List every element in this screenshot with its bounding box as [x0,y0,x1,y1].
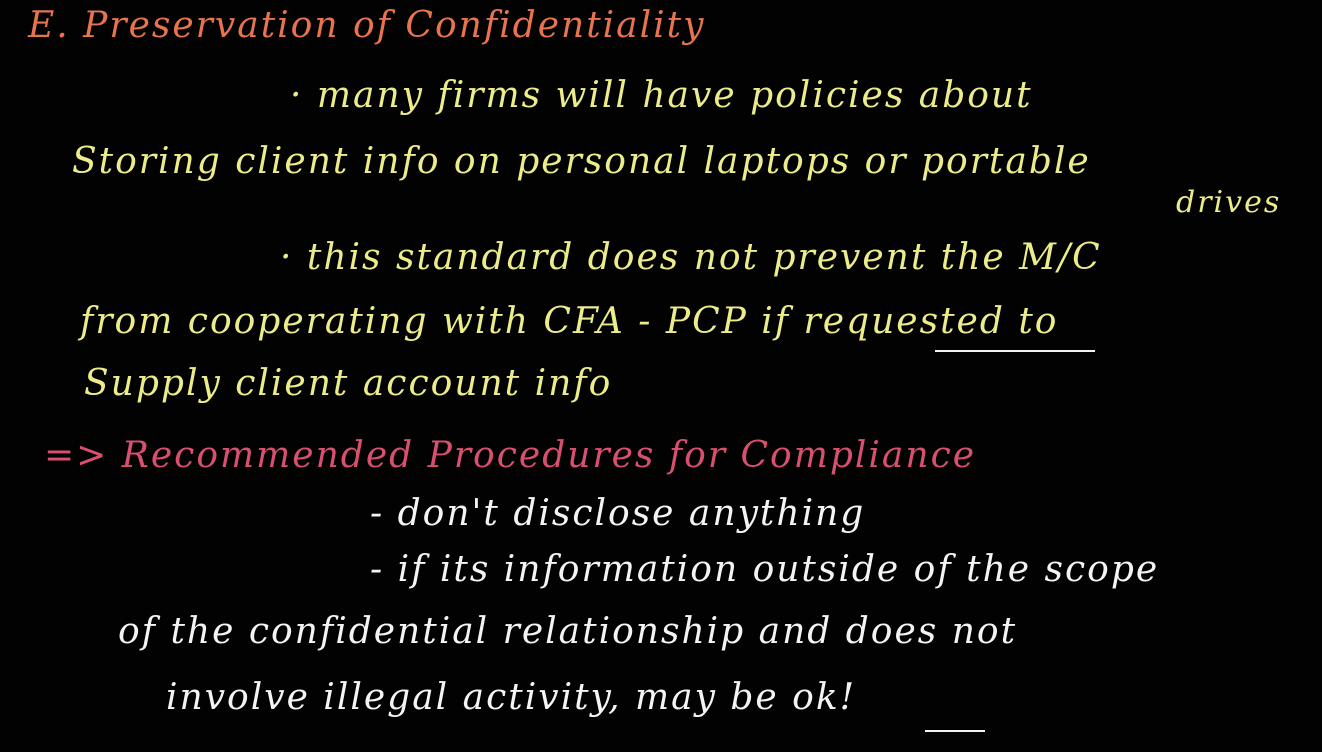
bullet-2-line-1: · this standard does not prevent the M/C [280,237,1102,278]
procedure-line-3: of the confidential relationship and doe… [118,611,1018,652]
section-heading: E. Preservation of Confidentiality [28,5,706,46]
procedure-line-4: involve illegal activity, may be ok! [166,677,857,718]
bullet-2-line-3: Supply client account info [84,363,613,404]
bullet-1-line-3: drives [1176,185,1282,220]
procedure-line-2: - if its information outside of the scop… [370,549,1160,590]
procedure-line-1: - don't disclose anything [370,493,866,534]
bullet-1-line-2: Storing client info on personal laptops … [72,141,1091,182]
bullet-1-line-1: · many firms will have policies about [290,75,1033,116]
bullet-2-line-2: from cooperating with CFA - PCP if reque… [80,301,1059,342]
procedures-heading: => Recommended Procedures for Compliance [44,435,977,476]
requested-underline [935,350,1095,352]
ok-underline [925,730,985,732]
chalkboard: E. Preservation of Confidentiality · man… [0,0,1322,752]
